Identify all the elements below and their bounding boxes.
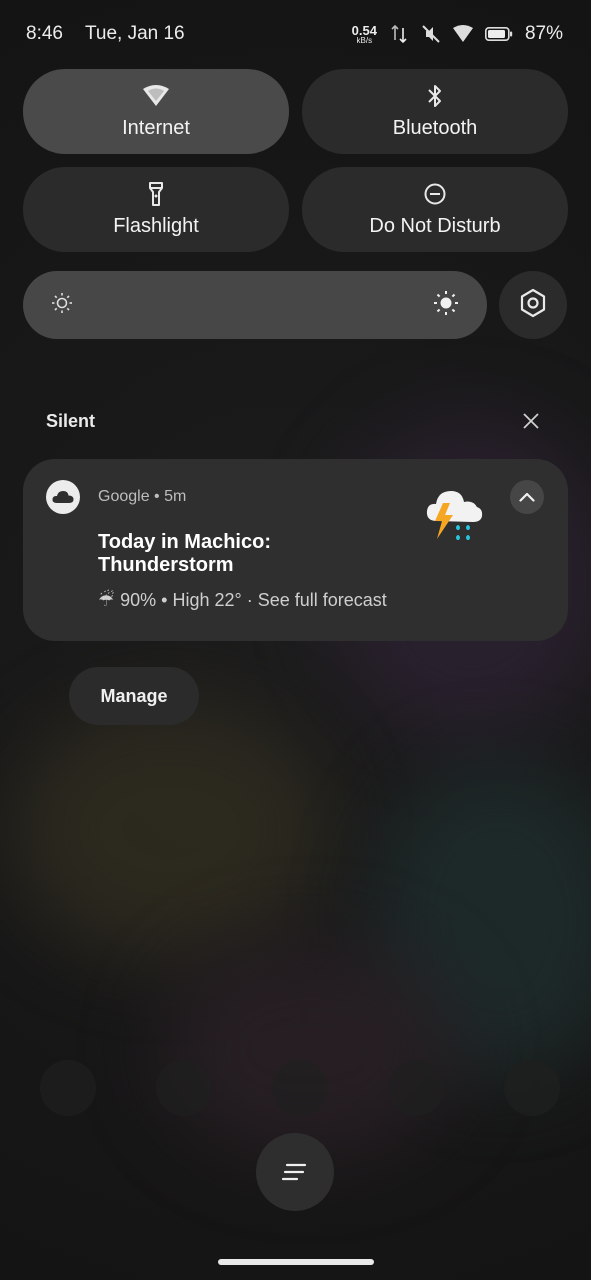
tile-flashlight[interactable]: Flashlight <box>23 167 289 252</box>
wallpaper-blob <box>10 700 330 960</box>
brightness-low-icon <box>51 292 73 319</box>
chevron-up-icon <box>519 492 535 502</box>
status-left: 8:46 Tue, Jan 16 <box>26 23 185 45</box>
tile-internet[interactable]: Internet <box>23 69 289 154</box>
status-date: Tue, Jan 16 <box>84 23 185 44</box>
tile-label: Bluetooth <box>392 117 478 139</box>
dnd-icon <box>422 181 448 207</box>
gear-icon <box>517 287 549 324</box>
silent-section-header: Silent <box>46 404 546 438</box>
tile-label: Flashlight <box>113 215 199 237</box>
notification-app-meta: Google • 5m <box>98 488 187 505</box>
tile-bluetooth[interactable]: Bluetooth <box>302 69 568 154</box>
manage-button[interactable]: Manage <box>69 667 199 725</box>
notification-detail: ☔ 90% • High 22° · See full forecast <box>98 590 387 611</box>
status-right: 0.54 kB/s 87% <box>352 23 563 45</box>
status-bar: 8:46 Tue, Jan 16 0.54 kB/s 87% <box>0 0 591 68</box>
quick-settings-tiles: Internet Bluetooth Flashlight Do Not Dis… <box>23 69 568 252</box>
data-arrows-icon <box>389 24 409 44</box>
notification-headline: Today in Machico: Thunderstorm <box>98 531 378 577</box>
weather-notification[interactable]: Google • 5m Today in Machico: Thundersto… <box>23 459 568 641</box>
home-dock-blurred <box>40 1060 560 1120</box>
status-time: 8:46 <box>26 23 63 44</box>
brightness-high-icon <box>433 290 459 321</box>
battery-percent: 87% <box>524 23 563 44</box>
dock-app-placeholder <box>272 1060 328 1116</box>
tile-do-not-disturb[interactable]: Do Not Disturb <box>302 167 568 252</box>
umbrella-icon: ☔ <box>98 590 115 610</box>
dock-app-placeholder <box>40 1060 96 1116</box>
cloud-icon <box>46 480 80 514</box>
tile-label: Internet <box>122 117 190 139</box>
thunderstorm-icon <box>423 481 485 547</box>
tile-label: Do Not Disturb <box>369 215 501 237</box>
clear-silent-button[interactable] <box>516 406 546 436</box>
net-speed-value: 0.54 <box>351 22 377 38</box>
wifi-icon <box>452 24 473 44</box>
collapse-notification-button[interactable] <box>510 480 544 514</box>
list-icon <box>281 1163 307 1181</box>
close-icon <box>523 413 539 429</box>
notification-history-button[interactable] <box>256 1133 334 1211</box>
dock-app-placeholder <box>388 1060 444 1116</box>
gesture-nav-handle[interactable] <box>218 1259 374 1265</box>
headline-line2: Thunderstorm <box>98 554 234 576</box>
wifi-icon <box>143 83 169 109</box>
battery-icon <box>484 24 513 44</box>
net-speed: 0.54 kB/s <box>352 24 377 45</box>
brightness-slider[interactable] <box>23 271 487 339</box>
net-speed-unit: kB/s <box>356 35 373 45</box>
flashlight-icon <box>143 181 169 207</box>
silent-title: Silent <box>46 410 96 431</box>
settings-button[interactable] <box>499 271 567 339</box>
headline-line1: Today in Machico: <box>98 531 271 553</box>
dock-app-placeholder <box>156 1060 212 1116</box>
wallpaper-blob <box>160 940 460 1160</box>
mute-icon <box>421 24 441 44</box>
dock-app-placeholder <box>504 1060 560 1116</box>
bluetooth-icon <box>422 83 448 109</box>
forecast-detail: 90% • High 22° · See full forecast <box>120 590 387 610</box>
